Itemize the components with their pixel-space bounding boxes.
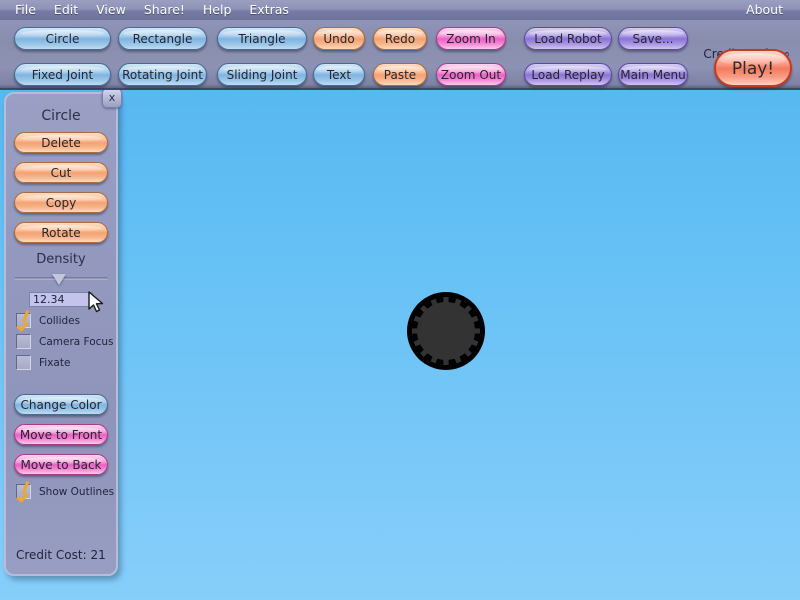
tool-button-zoom-in[interactable]: Zoom In [436, 27, 506, 50]
cut-button-label: Cut [51, 166, 72, 180]
rotate-button-label: Rotate [41, 226, 80, 240]
panel-spacer [6, 370, 116, 394]
checkbox-row-show-outlines[interactable]: Show Outlines [16, 484, 116, 499]
menu-bar: File Edit View Share! Help Extras About [0, 0, 800, 20]
tool-button-main-menu-label: Main Menu [620, 68, 685, 82]
play-button[interactable]: Play! [714, 49, 792, 87]
cut-button[interactable]: Cut [14, 162, 108, 183]
tool-button-main-menu[interactable]: Main Menu [618, 63, 688, 86]
menu-item-help[interactable]: Help [194, 0, 241, 20]
move-to-front-button[interactable]: Move to Front [14, 424, 108, 445]
tool-button-save[interactable]: Save... [618, 27, 688, 50]
checkbox-row-collides[interactable]: Collides [16, 313, 116, 328]
tool-button-circle[interactable]: Circle [14, 27, 111, 50]
tool-button-triangle[interactable]: Triangle [217, 27, 307, 50]
delete-button[interactable]: Delete [14, 132, 108, 153]
tool-button-rectangle[interactable]: Rectangle [118, 27, 207, 50]
object-properties-panel: x Circle Delete Cut Copy Rotate Density … [4, 92, 118, 576]
density-label: Density [6, 252, 116, 267]
density-input[interactable]: 12.34 [29, 292, 93, 307]
tool-button-rotating-joint-label: Rotating Joint [122, 68, 203, 82]
tool-button-load-robot-label: Load Robot [534, 32, 601, 46]
show-outlines-label: Show Outlines [39, 486, 114, 498]
simulation-canvas[interactable] [0, 92, 800, 600]
change-color-button[interactable]: Change Color [14, 394, 108, 415]
toolbar-row-secondary: Fixed Joint Rotating Joint Sliding Joint… [0, 61, 800, 87]
tool-button-fixed-joint-label: Fixed Joint [32, 68, 93, 82]
tool-button-paste[interactable]: Paste [373, 63, 427, 86]
camera-focus-label: Camera Focus [39, 336, 114, 348]
play-button-label: Play! [732, 59, 774, 79]
gear-circle-object[interactable] [406, 291, 486, 371]
menu-item-file[interactable]: File [6, 0, 45, 20]
tool-button-text-label: Text [327, 68, 351, 82]
menu-item-share[interactable]: Share! [135, 0, 194, 20]
fixate-label: Fixate [39, 357, 70, 369]
tool-button-sliding-joint[interactable]: Sliding Joint [217, 63, 307, 86]
toolbar-row-primary: Circle Rectangle Triangle Undo Redo Zoom… [0, 25, 800, 51]
change-color-button-label: Change Color [20, 398, 101, 412]
camera-focus-checkbox[interactable] [16, 334, 31, 349]
tool-button-text[interactable]: Text [313, 63, 365, 86]
tool-button-zoom-out[interactable]: Zoom Out [436, 63, 506, 86]
tool-button-rectangle-label: Rectangle [133, 32, 193, 46]
menu-item-about[interactable]: About [737, 0, 792, 20]
move-to-back-button-label: Move to Back [21, 458, 102, 472]
move-to-back-button[interactable]: Move to Back [14, 454, 108, 475]
collides-checkbox[interactable] [16, 313, 31, 328]
menu-item-extras[interactable]: Extras [240, 0, 298, 20]
density-slider[interactable] [14, 272, 108, 288]
application-window: File Edit View Share! Help Extras About … [0, 0, 800, 600]
rotate-button[interactable]: Rotate [14, 222, 108, 243]
delete-button-label: Delete [41, 136, 80, 150]
tool-button-save-label: Save... [633, 32, 674, 46]
credit-cost-label: Credit Cost: 21 [16, 548, 106, 562]
tool-button-undo[interactable]: Undo [313, 27, 365, 50]
checkbox-row-fixate[interactable]: Fixate [16, 355, 116, 370]
tool-button-zoom-in-label: Zoom In [446, 32, 496, 46]
tool-button-load-replay-label: Load Replay [531, 68, 604, 82]
tool-button-rotating-joint[interactable]: Rotating Joint [118, 63, 207, 86]
tool-button-load-replay[interactable]: Load Replay [524, 63, 612, 86]
density-slider-thumb[interactable] [52, 274, 66, 285]
tool-button-redo-label: Redo [385, 32, 415, 46]
show-outlines-checkbox[interactable] [16, 484, 31, 499]
tool-button-load-robot[interactable]: Load Robot [524, 27, 612, 50]
menu-item-view[interactable]: View [87, 0, 135, 20]
tool-button-undo-label: Undo [323, 32, 354, 46]
tool-button-circle-label: Circle [46, 32, 80, 46]
tool-button-zoom-out-label: Zoom Out [441, 68, 501, 82]
tool-button-paste-label: Paste [384, 68, 416, 82]
move-to-front-button-label: Move to Front [20, 428, 102, 442]
tool-button-sliding-joint-label: Sliding Joint [227, 68, 298, 82]
close-icon[interactable]: x [102, 88, 122, 108]
copy-button-label: Copy [46, 196, 76, 210]
tool-button-triangle-label: Triangle [238, 32, 285, 46]
panel-title: Circle [6, 108, 116, 124]
collides-label: Collides [39, 315, 80, 327]
menu-item-edit[interactable]: Edit [45, 0, 87, 20]
tool-button-redo[interactable]: Redo [373, 27, 427, 50]
fixate-checkbox[interactable] [16, 355, 31, 370]
checkbox-row-camera-focus[interactable]: Camera Focus [16, 334, 116, 349]
toolbar: Circle Rectangle Triangle Undo Redo Zoom… [0, 20, 800, 90]
copy-button[interactable]: Copy [14, 192, 108, 213]
tool-button-fixed-joint[interactable]: Fixed Joint [14, 63, 111, 86]
